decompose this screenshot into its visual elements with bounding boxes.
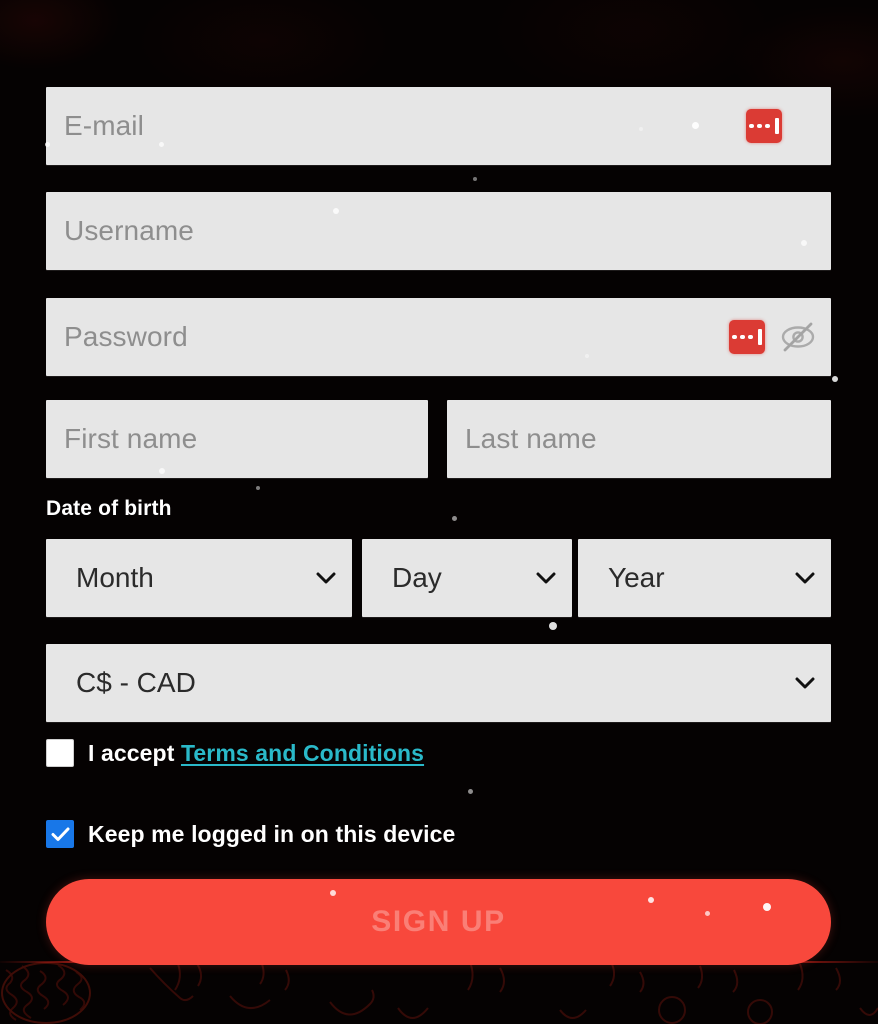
- password-field-icons: [729, 320, 817, 354]
- last-name-input[interactable]: [447, 400, 831, 478]
- currency-value: C$ - CAD: [76, 667, 196, 698]
- dob-month-select[interactable]: Month: [46, 539, 352, 617]
- keep-logged-in-row: Keep me logged in on this device: [46, 820, 455, 848]
- dob-year-value: Year: [608, 562, 665, 593]
- username-input[interactable]: [46, 192, 831, 270]
- keep-logged-in-checkbox[interactable]: [46, 820, 74, 848]
- chevron-down-icon: [795, 572, 815, 584]
- terms-prefix-text: I accept: [88, 739, 175, 766]
- dob-day-select[interactable]: Day: [362, 539, 572, 617]
- chevron-down-icon: [316, 572, 336, 584]
- password-input[interactable]: [46, 298, 831, 376]
- chevron-down-icon: [795, 677, 815, 689]
- date-of-birth-label: Date of birth: [46, 497, 172, 520]
- dob-day-value: Day: [392, 562, 442, 593]
- dob-month-value: Month: [76, 562, 154, 593]
- password-manager-icon[interactable]: [746, 109, 782, 143]
- check-icon: [51, 827, 69, 841]
- dob-year-select[interactable]: Year: [578, 539, 831, 617]
- email-input[interactable]: [46, 87, 831, 165]
- eye-off-icon[interactable]: [779, 322, 817, 352]
- terms-label: I accept Terms and Conditions: [88, 740, 424, 767]
- password-manager-icon[interactable]: [729, 320, 765, 354]
- terms-row: I accept Terms and Conditions: [46, 739, 424, 767]
- currency-select[interactable]: C$ - CAD: [46, 644, 831, 722]
- accept-terms-checkbox[interactable]: [46, 739, 74, 767]
- first-name-input[interactable]: [46, 400, 428, 478]
- sign-up-button[interactable]: SIGN UP: [46, 879, 831, 965]
- chevron-down-icon: [536, 572, 556, 584]
- signup-form: Date of birth Month Day Year C$ - CAD I …: [0, 0, 878, 1024]
- email-field-icons: [746, 109, 782, 143]
- terms-and-conditions-link[interactable]: Terms and Conditions: [181, 740, 424, 766]
- keep-logged-in-label: Keep me logged in on this device: [88, 820, 456, 847]
